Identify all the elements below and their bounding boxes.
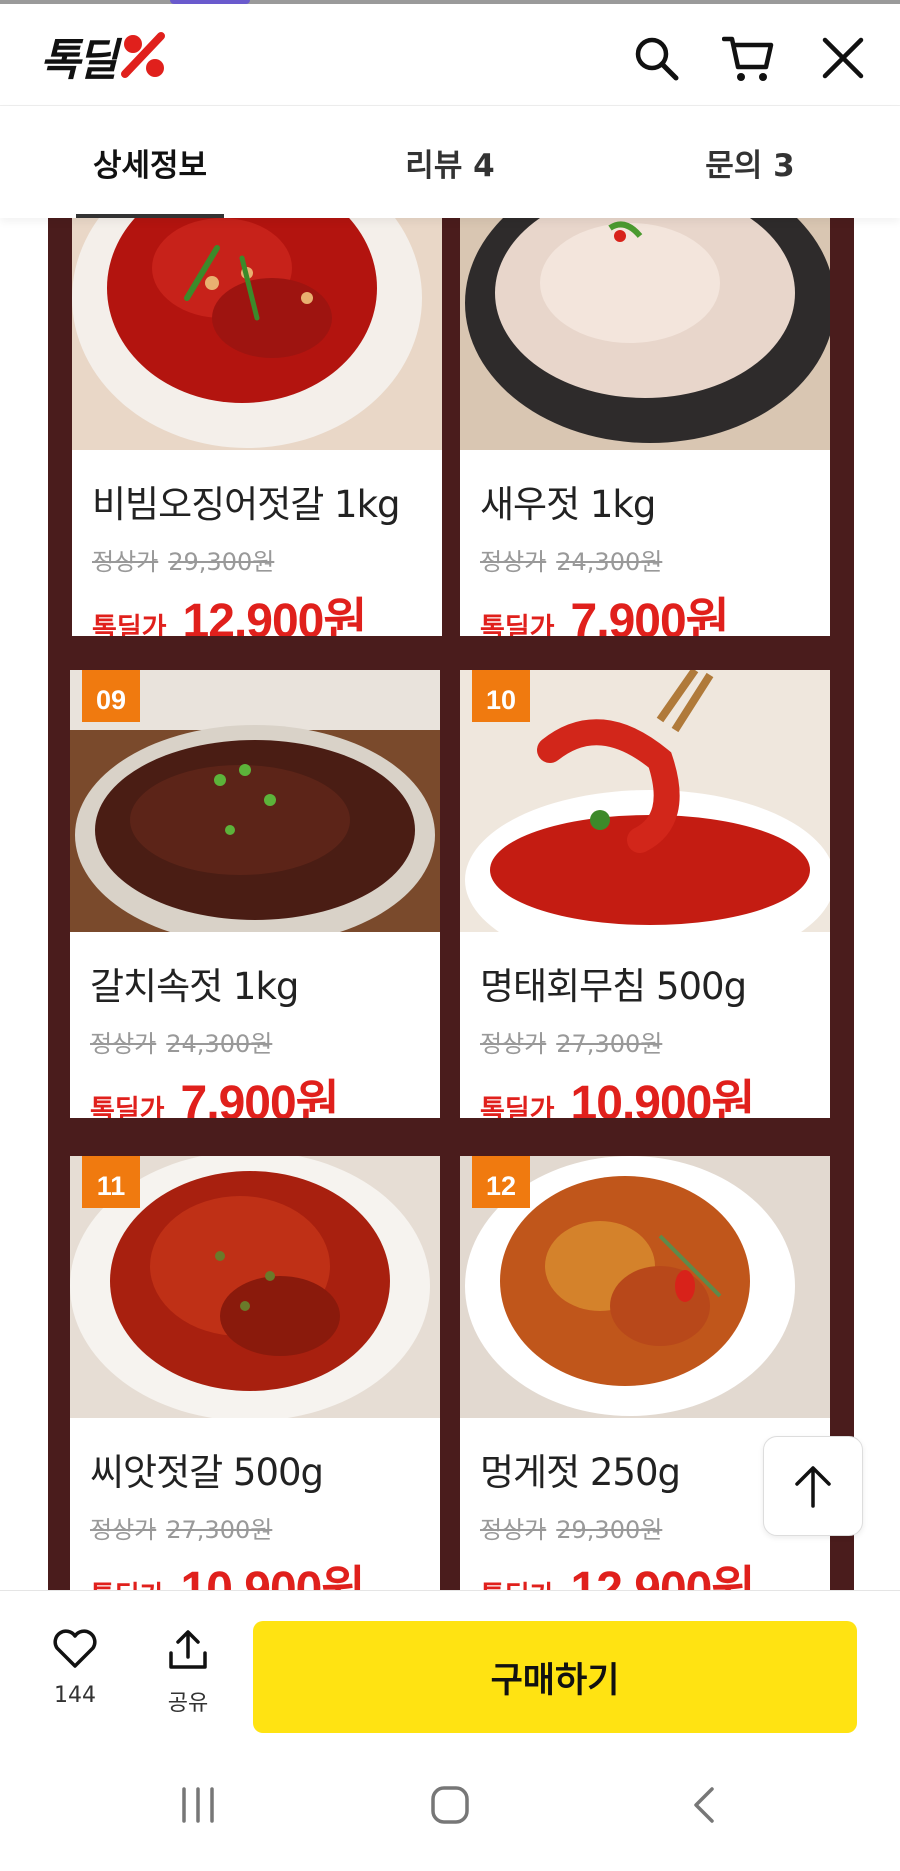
percent-logo-icon — [120, 32, 165, 78]
original-price: 정상가 27,300원 — [90, 1516, 273, 1544]
detail-tabs: 상세정보 리뷰 4 문의 3 — [0, 106, 900, 218]
product-card: 새우젓 1kg 정상가 24,300원 톡딜가 7,900원 — [460, 218, 830, 636]
tab-reviews[interactable]: 리뷰 4 — [300, 106, 600, 218]
product-name: 갈치속젓 1kg — [90, 965, 299, 1008]
product-card: 11 씨앗젓갈 500g 정상가27,300원 톡딜가 10,900원 — [70, 1156, 440, 1590]
close-icon — [822, 37, 864, 79]
original-price: 정상가 27,300원 — [480, 1030, 663, 1058]
product-detail-image: 비빔오징어젓갈 1kg 정상가 29,300원 톡딜가 12,900원 새우젓 … — [48, 218, 854, 1590]
system-nav-bar — [0, 1740, 900, 1871]
sale-price: 톡딜가 12,900원 — [480, 1563, 756, 1590]
original-price: 정상가 24,300원 — [90, 1030, 273, 1058]
close-button[interactable] — [815, 30, 871, 86]
top-header: 톡딜 — [0, 4, 900, 106]
sale-price: 톡딜가 10,900원 — [90, 1563, 366, 1590]
sale-price: 톡딜가 7,900원 — [90, 1077, 340, 1118]
app-screen: 톡딜 상세정보 리뷰 4 문의 3 비빔오징어젓갈 1kg 정상가 29,300… — [0, 0, 900, 1871]
share-button[interactable]: 공유 — [148, 1629, 228, 1717]
product-name: 명태회무침 500g — [480, 965, 747, 1008]
product-name: 비빔오징어젓갈 1kg — [92, 483, 401, 526]
product-photo: 10 — [460, 670, 830, 932]
original-price: 정상가 24,300원 — [480, 548, 663, 576]
product-photo: 11 — [70, 1156, 440, 1418]
recent-apps-icon — [182, 1787, 214, 1823]
cart-button[interactable] — [720, 30, 776, 86]
sale-price: 톡딜가 12,900원 — [92, 595, 368, 636]
tab-details[interactable]: 상세정보 — [0, 106, 300, 218]
arrow-up-icon — [795, 1466, 831, 1508]
like-count: 144 — [54, 1683, 96, 1708]
home-button[interactable] — [415, 1770, 485, 1840]
product-name: 새우젓 1kg — [480, 483, 656, 526]
like-button[interactable]: 144 — [35, 1629, 115, 1708]
product-name: 멍게젓 250g — [480, 1451, 681, 1494]
product-card: 10 명태회무침 500g 정상가 27,300원 톡딜가 10,900원 — [460, 670, 830, 1118]
logo-text: 톡딜 — [40, 35, 118, 86]
buy-button[interactable]: 구매하기 — [253, 1621, 857, 1733]
original-price: 정상가 29,300원 — [92, 548, 275, 576]
home-icon — [431, 1786, 469, 1824]
back-button[interactable] — [668, 1770, 738, 1840]
product-card: 비빔오징어젓갈 1kg 정상가 29,300원 톡딜가 12,900원 — [72, 218, 442, 636]
product-photo — [460, 218, 830, 450]
brand-logo[interactable]: 톡딜 — [40, 28, 171, 86]
product-card: 09 갈치속젓 1kg 정상가 24,300원 톡딜가 7,900원 — [70, 670, 440, 1118]
original-price: 정상가 29,300원 — [480, 1516, 663, 1544]
sale-price: 톡딜가 7,900원 — [480, 595, 730, 636]
product-number-badge: 09 — [82, 670, 140, 722]
share-label: 공유 — [167, 1691, 209, 1716]
back-icon — [694, 1787, 714, 1823]
heart-icon — [53, 1629, 97, 1668]
sale-price: 톡딜가 10,900원 — [480, 1077, 756, 1118]
product-photo: 12 — [460, 1156, 830, 1418]
product-name: 씨앗젓갈 500g — [90, 1451, 324, 1494]
search-button[interactable] — [628, 30, 684, 86]
cart-icon — [722, 36, 774, 81]
recent-apps-button[interactable] — [163, 1770, 233, 1840]
product-photo: 09 — [70, 670, 440, 932]
search-icon — [635, 37, 679, 81]
scroll-to-top-button[interactable] — [763, 1436, 863, 1536]
product-detail-content[interactable]: 비빔오징어젓갈 1kg 정상가 29,300원 톡딜가 12,900원 새우젓 … — [0, 218, 900, 1590]
product-number-badge: 11 — [82, 1156, 140, 1208]
purchase-action-bar: 144 공유 구매하기 — [0, 1590, 900, 1740]
share-icon — [169, 1630, 207, 1669]
tab-inquiries[interactable]: 문의 3 — [600, 106, 900, 218]
product-photo — [72, 218, 442, 450]
product-number-badge: 12 — [472, 1156, 530, 1208]
product-number-badge: 10 — [472, 670, 530, 722]
